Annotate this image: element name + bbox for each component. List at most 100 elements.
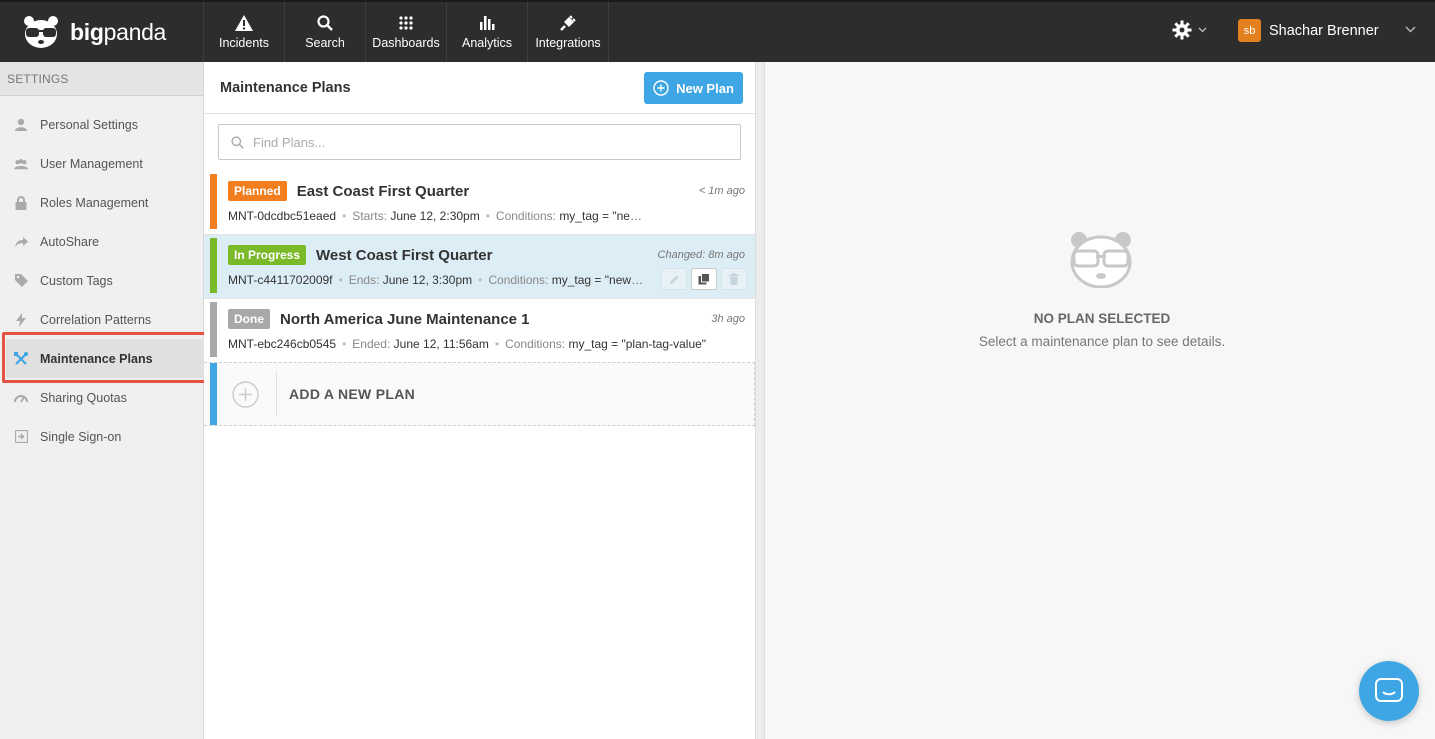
- chevron-down-icon: [1198, 27, 1207, 33]
- share-arrow-icon: [14, 235, 28, 249]
- sidebar-item-sharing-quotas[interactable]: Sharing Quotas: [0, 378, 204, 417]
- panda-empty-icon: [1070, 232, 1132, 288]
- plan-time: 3h ago: [711, 313, 745, 325]
- panda-logo-icon: [24, 16, 58, 48]
- find-plans-search: [218, 124, 741, 160]
- edit-button[interactable]: [661, 268, 687, 290]
- bigpanda-logo[interactable]: bigpanda: [0, 2, 204, 62]
- plan-meta: MNT-ebc246cb0545 • Ended: June 12, 11:56am…: [228, 337, 707, 351]
- panel-divider: [756, 62, 765, 739]
- sidebar-item-label: Custom Tags: [40, 273, 113, 288]
- settings-sidebar: SETTINGS Personal Settings User Manageme…: [0, 62, 212, 739]
- trash-icon: [729, 273, 739, 285]
- plan-actions: [661, 268, 747, 290]
- sidebar-item-custom-tags[interactable]: Custom Tags: [0, 261, 204, 300]
- time-value: 8m ago: [708, 249, 745, 261]
- sidebar-item-single-sign-on[interactable]: Single Sign-on: [0, 417, 204, 456]
- conditions-value: my_tag = "plan-tag-value": [568, 337, 707, 351]
- user-name: Shachar Brenner: [1269, 22, 1379, 39]
- users-icon: [14, 157, 28, 171]
- sidebar-item-label: Correlation Patterns: [40, 312, 152, 327]
- conditions-key: Conditions:: [505, 337, 566, 351]
- plan-name: North America June Maintenance 1: [280, 310, 530, 328]
- plan-meta: MNT-c4411702009f • Ends: June 12, 3:30pm • C…: [228, 273, 646, 287]
- search-icon: [231, 135, 244, 149]
- sidebar-item-roles-management[interactable]: Roles Management: [0, 183, 204, 222]
- chevron-down-icon[interactable]: [1405, 26, 1416, 33]
- grid-icon: [399, 14, 413, 32]
- chat-launcher-button[interactable]: [1359, 661, 1419, 721]
- time-key: Changed:: [657, 249, 706, 261]
- new-plan-label: New Plan: [676, 80, 734, 96]
- page-title: Maintenance Plans: [220, 79, 351, 96]
- plan-meta: MNT-0dcdbc51eaed • Starts: June 12, 2:30pm…: [228, 209, 648, 223]
- main-nav: Incidents Search Dashboards Analytics In…: [204, 2, 609, 62]
- add-plan-label: ADD A NEW PLAN: [289, 386, 416, 402]
- plan-row-east-coast[interactable]: Planned East Coast First Quarter < 1m ag…: [204, 171, 755, 235]
- date-value: June 12, 3:30pm: [382, 273, 473, 287]
- plan-name: West Coast First Quarter: [316, 246, 493, 264]
- plan-id: MNT-c4411702009f: [228, 273, 333, 287]
- gauge-icon: [14, 391, 28, 405]
- chat-icon: [1375, 678, 1403, 702]
- date-key: Starts:: [352, 209, 387, 223]
- lightning-icon: [14, 312, 28, 327]
- empty-state-title: NO PLAN SELECTED: [1033, 311, 1171, 326]
- nav-label: Search: [305, 36, 345, 50]
- top-navigation-bar: bigpanda Incidents Search Dashboards Ana…: [0, 0, 1435, 62]
- sidebar-item-user-management[interactable]: User Management: [0, 144, 204, 183]
- date-key: Ends:: [348, 273, 380, 287]
- avatar: sb: [1238, 19, 1261, 42]
- conditions-key: Conditions:: [495, 209, 556, 223]
- delete-button[interactable]: [721, 268, 747, 290]
- nav-label: Incidents: [218, 36, 270, 50]
- plan-id: MNT-ebc246cb0545: [228, 337, 337, 351]
- status-badge: Planned: [228, 181, 287, 201]
- user-menu[interactable]: sb Shachar Brenner: [1238, 19, 1379, 42]
- status-bar: [210, 302, 217, 357]
- add-bar: [210, 363, 217, 425]
- bar-chart-icon: [479, 14, 495, 32]
- status-bar: [210, 238, 217, 293]
- sidebar-item-label: AutoShare: [40, 234, 100, 249]
- sidebar-item-personal-settings[interactable]: Personal Settings: [0, 105, 204, 144]
- conditions-value: my_tag = "new_user": [559, 209, 648, 223]
- nav-integrations[interactable]: Integrations: [528, 2, 609, 62]
- plus-circle-icon: [232, 381, 259, 408]
- duplicate-button[interactable]: [691, 268, 717, 290]
- divider: [276, 371, 277, 417]
- plan-name: East Coast First Quarter: [296, 182, 470, 200]
- plan-id: MNT-0dcdbc51eaed: [228, 209, 337, 223]
- plan-time: < 1m ago: [698, 185, 745, 197]
- person-icon: [14, 118, 28, 132]
- nav-dashboards[interactable]: Dashboards: [366, 2, 447, 62]
- nav-search[interactable]: Search: [285, 2, 366, 62]
- empty-state-subtitle: Select a maintenance plan to see details…: [978, 334, 1226, 349]
- nav-label: Analytics: [461, 36, 513, 50]
- sidebar-item-correlation-patterns[interactable]: Correlation Patterns: [0, 300, 204, 339]
- sidebar-item-label: Sharing Quotas: [40, 390, 127, 405]
- add-new-plan-button[interactable]: ADD A NEW PLAN: [204, 362, 755, 426]
- new-plan-button[interactable]: New Plan: [644, 72, 743, 104]
- sidebar-item-label: Maintenance Plans: [40, 351, 153, 366]
- nav-label: Integrations: [535, 36, 601, 50]
- search-input[interactable]: [253, 134, 713, 150]
- search-icon: [317, 14, 333, 32]
- sidebar-item-maintenance-plans[interactable]: Maintenance Plans: [6, 339, 206, 378]
- status-bar: [210, 174, 217, 229]
- sidebar-item-label: Single Sign-on: [40, 429, 122, 444]
- settings-menu[interactable]: [1172, 20, 1207, 40]
- status-badge: Done: [228, 309, 270, 329]
- nav-incidents[interactable]: Incidents: [204, 2, 285, 62]
- plan-row-west-coast[interactable]: In Progress West Coast First Quarter Cha…: [204, 235, 755, 299]
- plans-list-panel: Maintenance Plans New Plan Planned East …: [204, 62, 756, 739]
- plan-time: Changed: 8m ago: [658, 249, 745, 261]
- plan-row-north-america[interactable]: Done North America June Maintenance 1 3h…: [204, 299, 755, 363]
- date-value: June 12, 11:56am: [393, 337, 489, 351]
- tag-icon: [14, 274, 28, 288]
- sidebar-item-label: Roles Management: [40, 195, 149, 210]
- nav-analytics[interactable]: Analytics: [447, 2, 528, 62]
- conditions-value: my_tag = "new_user": [551, 273, 646, 287]
- gear-icon: [1172, 20, 1192, 40]
- sidebar-item-autoshare[interactable]: AutoShare: [0, 222, 204, 261]
